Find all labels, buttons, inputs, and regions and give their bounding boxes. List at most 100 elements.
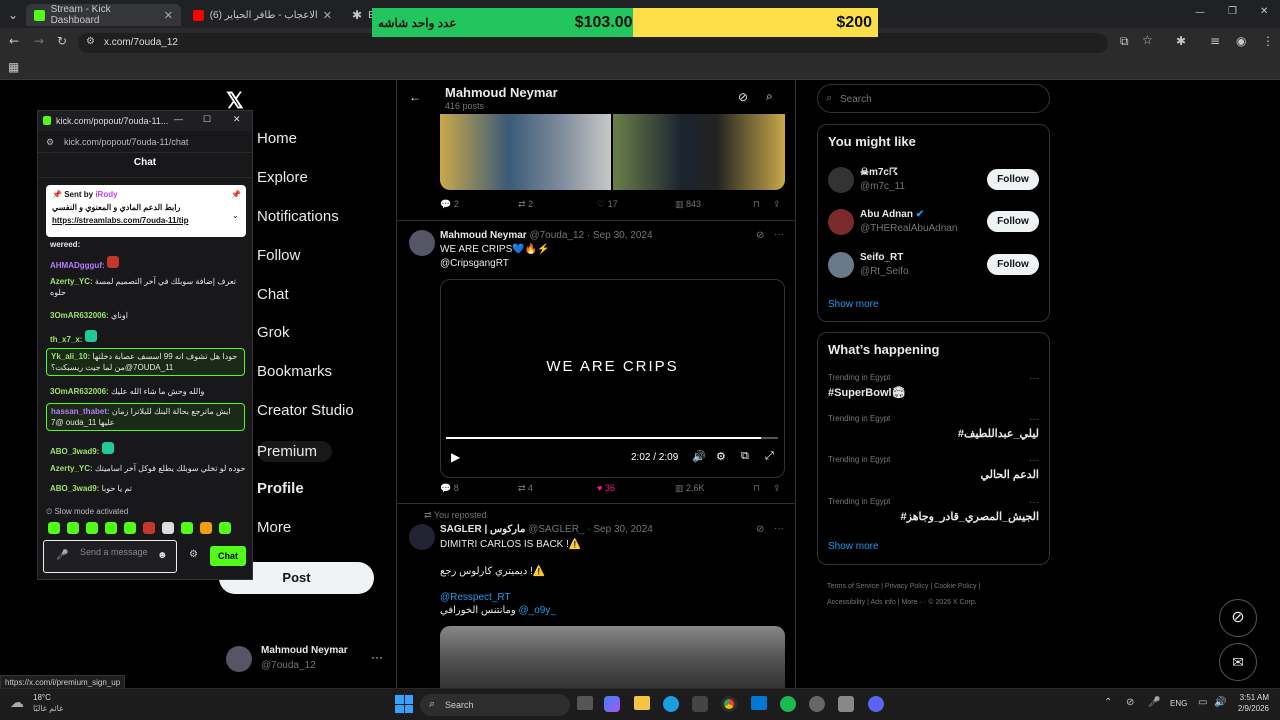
chat-username[interactable]: wereed:	[50, 240, 80, 249]
emote-icon[interactable]	[105, 522, 117, 534]
chevron-down-icon[interactable]: ⌄	[232, 211, 239, 220]
follow-button[interactable]: Follow	[987, 211, 1039, 232]
nav-creator-studio[interactable]: Creator Studio	[257, 402, 354, 419]
emote-icon[interactable]	[219, 522, 231, 534]
bookmark-icon[interactable]: ⊓	[753, 199, 760, 210]
close-tab-icon[interactable]: ✕	[323, 9, 332, 22]
footer-link[interactable]: More ···	[901, 599, 926, 606]
suggestion-row[interactable]: ☠m7c☈ @m7c_11 Follow	[828, 167, 1039, 197]
views-button[interactable]: ▥ 2.6K	[675, 483, 705, 494]
reading-list-icon[interactable]: ≡	[1210, 34, 1220, 48]
reply-button[interactable]: 💬 2	[440, 199, 459, 210]
forward-icon[interactable]: →	[34, 34, 44, 48]
grok-icon[interactable]: ⊘	[756, 230, 764, 241]
search-icon[interactable]: ⌕	[766, 89, 773, 104]
chat-username[interactable]: Azerty_YC:	[50, 277, 93, 286]
trend-item[interactable]: Trending in Egypt #SuperBowl🏟 ···	[828, 373, 1039, 403]
chat-username[interactable]: hassan_thabet:	[51, 407, 110, 416]
nav-notifications[interactable]: Notifications	[257, 208, 339, 225]
settings-icon[interactable]: ⚙	[716, 450, 726, 463]
network-icon[interactable]: ⊘	[1126, 697, 1134, 708]
emote-icon[interactable]	[162, 522, 174, 534]
maximize-icon[interactable]: ☐	[203, 114, 211, 125]
video-player[interactable]: WE ARE CRIPS ▶ 2:02 / 2:09 🔊 ⚙ ⧉ ⤢	[440, 279, 785, 478]
store-icon[interactable]	[692, 696, 708, 712]
tab-extension[interactable]: ✱ Ex	[344, 4, 380, 26]
trend-item[interactable]: Trending in Egypt #ليلي_عبداللطيف ···	[828, 414, 1039, 444]
more-dots-icon[interactable]: ···	[1029, 414, 1039, 425]
emote-icon[interactable]	[143, 522, 155, 534]
minimize-icon[interactable]: —	[1195, 7, 1205, 18]
obs-icon[interactable]	[809, 696, 825, 712]
menu-icon[interactable]: ⋮	[1262, 34, 1274, 48]
settings-app-icon[interactable]	[838, 696, 854, 712]
avatar[interactable]	[409, 230, 435, 256]
close-window-icon[interactable]: ✕	[233, 114, 241, 125]
suggestion-row[interactable]: Abu Adnan ✔ @THERealAbuAdnan Follow	[828, 209, 1039, 239]
show-more-link[interactable]: Show more	[828, 541, 879, 552]
chat-username[interactable]: 3OmAR632006:	[50, 387, 109, 396]
nav-grok[interactable]: Grok	[257, 324, 290, 341]
grok-floating-icon[interactable]: ⊘	[1219, 599, 1257, 637]
microphone-icon[interactable]: 🎤	[1148, 697, 1160, 708]
like-button[interactable]: ♡ 17	[597, 199, 618, 210]
author-name[interactable]: SAGLER | ماركوس	[440, 524, 525, 535]
post-date[interactable]: · Sep 30, 2024	[587, 524, 653, 535]
nav-home[interactable]: Home	[257, 130, 297, 147]
clock-date[interactable]: 2/9/2026	[1228, 704, 1269, 713]
chat-username[interactable]: ABO_3wad9:	[50, 447, 99, 456]
back-icon[interactable]: ←	[9, 34, 19, 48]
footer-link[interactable]: Terms of Service	[827, 583, 879, 590]
more-dots-icon[interactable]: ···	[1029, 455, 1039, 466]
repost-button[interactable]: ⇄ 2	[518, 199, 533, 210]
file-explorer-icon[interactable]	[634, 696, 650, 710]
volume-icon[interactable]: 🔊	[1214, 697, 1226, 708]
trend-item[interactable]: Trending in Egypt الدعم الحالي ···	[828, 455, 1039, 485]
grok-icon[interactable]: ⊘	[738, 90, 748, 104]
chevron-up-icon[interactable]: ⌃	[1104, 697, 1112, 708]
nav-explore[interactable]: Explore	[257, 169, 308, 186]
microphone-icon[interactable]: 🎤	[56, 550, 68, 561]
emote-icon[interactable]	[86, 522, 98, 534]
close-tab-icon[interactable]: ✕	[164, 9, 173, 22]
nav-more[interactable]: More	[257, 519, 291, 536]
suggestion-row[interactable]: Seifo_RT @Rt_Seifo Follow	[828, 252, 1039, 282]
tab-search-icon[interactable]: ⌄	[0, 4, 22, 26]
reply-button[interactable]: 💬 8	[440, 483, 459, 494]
chrome-icon[interactable]	[721, 696, 737, 712]
post-mention[interactable]: @CripsgangRT	[440, 258, 509, 269]
clock-time[interactable]: 3:51 AM	[1235, 693, 1269, 702]
fullscreen-icon[interactable]: ⤢	[765, 450, 774, 463]
more-dots-icon[interactable]: ···	[1029, 497, 1039, 508]
follow-button[interactable]: Follow	[987, 254, 1039, 275]
post-image[interactable]	[440, 114, 611, 190]
grok-icon[interactable]: ⊘	[756, 524, 764, 535]
footer-link[interactable]: Privacy Policy	[885, 583, 929, 590]
emote-icon[interactable]	[181, 522, 193, 534]
pip-icon[interactable]: ⧉	[741, 450, 749, 463]
nav-profile[interactable]: Profile	[257, 480, 304, 497]
like-button[interactable]: ♥ 36	[597, 483, 615, 493]
emoji-icon[interactable]: ☻	[157, 550, 168, 561]
minimize-icon[interactable]: —	[174, 114, 183, 124]
nav-follow[interactable]: Follow	[257, 247, 300, 264]
bookmark-icon[interactable]: ⊓	[753, 483, 760, 494]
nav-bookmarks[interactable]: Bookmarks	[257, 363, 332, 380]
messages-floating-icon[interactable]: ✉	[1219, 643, 1257, 681]
volume-icon[interactable]: 🔊	[692, 450, 706, 463]
task-view-icon[interactable]	[577, 696, 593, 710]
extensions-icon[interactable]: ✱	[1176, 34, 1186, 48]
chat-username[interactable]: Azerty_YC:	[50, 464, 93, 473]
nav-premium[interactable]: Premium	[257, 441, 332, 462]
maximize-icon[interactable]: ❐	[1228, 6, 1237, 17]
pinned-link[interactable]: https://streamlabs.com/7ouda-11/tip	[52, 216, 188, 225]
post-date[interactable]: · Sep 30, 2024	[587, 230, 653, 241]
post-mention[interactable]: @_o9y_	[519, 605, 556, 616]
send-chat-button[interactable]: Chat	[210, 546, 246, 566]
chat-username[interactable]: AHMADggguf:	[50, 261, 105, 270]
reload-icon[interactable]: ↻	[57, 34, 67, 48]
language-indicator[interactable]: ENG	[1170, 699, 1187, 708]
follow-button[interactable]: Follow	[987, 169, 1039, 190]
show-more-link[interactable]: Show more	[828, 299, 879, 310]
taskbar-search[interactable]: ⌕ Search	[420, 694, 570, 716]
